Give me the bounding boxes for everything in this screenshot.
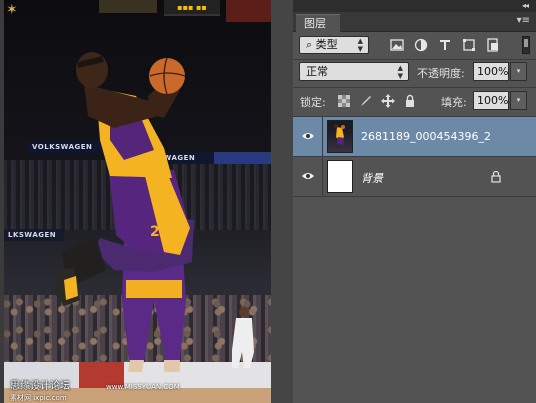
blend-mode-value: 正常 xyxy=(306,65,328,78)
layer-row-photo[interactable]: 2681189_000454396_2 xyxy=(293,117,536,156)
svg-text:24: 24 xyxy=(150,224,170,240)
filter-shape-layer-icon[interactable] xyxy=(462,38,476,52)
panel-menu-icon[interactable]: ▾≡ xyxy=(517,15,530,27)
watermark-text: 思缘设计论坛 xyxy=(10,381,70,392)
divider xyxy=(293,59,536,60)
layer-lock-icon xyxy=(491,170,501,183)
player-figures: 24 xyxy=(54,52,254,372)
search-icon: ⌕ xyxy=(306,38,313,51)
opacity-dropdown-button[interactable]: ▾ xyxy=(510,62,527,81)
lock-transparent-pixels-icon[interactable] xyxy=(337,94,351,108)
layer-filter-select[interactable]: ⌕ 类型 ▲ ▼ xyxy=(299,36,369,54)
opacity-input[interactable]: 100% xyxy=(473,62,509,81)
watermark-url: www.MISSYUAN.COM xyxy=(106,383,180,391)
layer-visibility-toggle[interactable] xyxy=(293,157,323,196)
filter-adjustment-layer-icon[interactable] xyxy=(414,38,428,52)
eye-icon xyxy=(302,173,314,179)
layers-panel-body: ⌕ 类型 ▲ ▼ 正常 ▲ ▼ 不透明度: 100% ▾ 锁定: 填充: 100… xyxy=(293,32,536,403)
fill-dropdown-button[interactable]: ▾ xyxy=(510,91,527,110)
document-canvas[interactable]: ▪▪▪ ▪▪ VOLKSWAGEN SWAGEN LKSWAGEN 24 ✶ 思… xyxy=(0,0,293,403)
watermark-small: 素材网 ixpic.com xyxy=(10,394,67,402)
divider xyxy=(293,87,536,88)
layer-thumbnail-white xyxy=(327,160,353,193)
layer-thumbnail-photo xyxy=(327,120,353,153)
lock-label: 锁定: xyxy=(300,96,326,109)
fill-label: 填充: xyxy=(441,96,467,109)
layer-row-background[interactable]: 背景 xyxy=(293,157,536,196)
panel-tab-row: 图层 ▾≡ xyxy=(293,12,536,33)
filter-toggle-switch[interactable] xyxy=(522,36,530,54)
filter-pixel-layer-icon[interactable] xyxy=(390,38,404,52)
panel-header-bar: ◂◂ xyxy=(293,0,536,12)
tab-layers[interactable]: 图层 xyxy=(296,14,340,33)
thumbnail-figure xyxy=(334,124,345,145)
canvas-margin-right xyxy=(271,0,293,403)
lock-position-icon[interactable] xyxy=(381,94,395,108)
layer-filter-label: 类型 xyxy=(315,38,338,51)
select-arrows-icon: ▲ ▼ xyxy=(357,37,363,53)
lock-image-pixels-icon[interactable] xyxy=(359,94,373,108)
layer-name[interactable]: 2681189_000454396_2 xyxy=(361,130,491,143)
collapse-panel-icon[interactable]: ◂◂ xyxy=(522,0,529,12)
filter-type-layer-icon[interactable] xyxy=(438,38,452,52)
fill-input[interactable]: 100% xyxy=(473,91,509,110)
select-arrows-icon: ▲ ▼ xyxy=(397,64,403,80)
lock-all-icon[interactable] xyxy=(403,94,417,108)
photo-basketball-dunk[interactable]: ▪▪▪ ▪▪ VOLKSWAGEN SWAGEN LKSWAGEN 24 ✶ 思… xyxy=(4,0,271,403)
blend-mode-select[interactable]: 正常 ▲ ▼ xyxy=(299,62,409,81)
layers-panel: ◂◂ 图层 ▾≡ ⌕ 类型 ▲ ▼ 正常 ▲ ▼ 不透明度: 100% ▾ 锁定… xyxy=(293,0,536,403)
layer-name[interactable]: 背景 xyxy=(361,170,383,186)
filter-smart-object-icon[interactable] xyxy=(486,38,500,52)
opacity-label: 不透明度: xyxy=(417,67,465,80)
layer-visibility-toggle[interactable] xyxy=(293,117,323,156)
eye-icon xyxy=(302,133,314,139)
divider xyxy=(293,196,536,197)
corner-logo-icon: ✶ xyxy=(6,2,18,18)
